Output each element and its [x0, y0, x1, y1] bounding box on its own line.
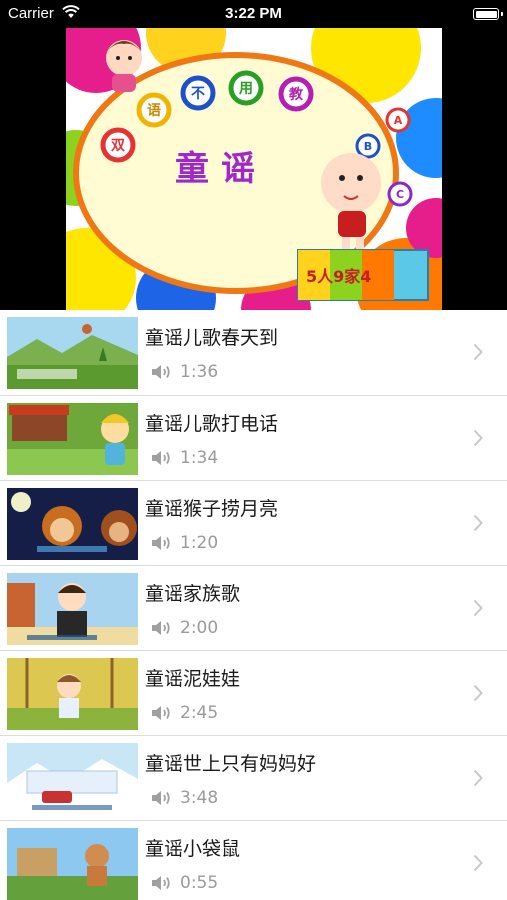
thumbnail — [7, 573, 138, 645]
ball-letter-4: 用 — [239, 81, 253, 97]
thumbnail — [7, 828, 138, 900]
list-item[interactable]: 童谣猴子捞月亮 1:20 — [0, 481, 507, 566]
abc-letter-c: C — [396, 188, 404, 201]
abc-letter-b: B — [364, 140, 372, 153]
speaker-icon — [152, 365, 170, 379]
list-item[interactable]: 童谣世上只有妈妈好 3:48 — [0, 736, 507, 821]
speaker-icon — [152, 451, 170, 465]
banner-title: 童谣 — [175, 149, 267, 189]
list-item[interactable]: 童谣儿歌打电话 1:34 — [0, 396, 507, 481]
status-bar: Carrier 3:22 PM — [0, 0, 507, 28]
song-duration: 1:34 — [180, 448, 219, 468]
thumbnail — [7, 658, 138, 730]
song-duration: 0:55 — [180, 873, 219, 893]
abc-letter-a: A — [394, 114, 403, 127]
chevron-right-icon — [473, 514, 483, 532]
ball-letter-2: 语 — [147, 103, 161, 119]
song-title: 童谣世上只有妈妈好 — [145, 753, 317, 775]
thumbnail — [7, 403, 138, 475]
ball-letter-5: 教 — [289, 86, 304, 103]
song-duration: 1:20 — [180, 533, 219, 553]
chevron-right-icon — [473, 599, 483, 617]
status-time: 3:22 PM — [225, 5, 282, 22]
blocks-text: 5人9家4 — [306, 267, 371, 286]
list-item[interactable]: 童谣小袋鼠 0:55 — [0, 821, 507, 900]
thumbnail — [7, 743, 138, 815]
song-list[interactable]: 童谣儿歌春天到 1:36 童谣儿歌打电话 1:34 童谣猴子捞月亮 1:20 童… — [0, 310, 507, 900]
chevron-right-icon — [473, 429, 483, 447]
thumbnail — [7, 488, 138, 560]
song-title: 童谣儿歌打电话 — [145, 413, 279, 435]
list-item[interactable]: 童谣儿歌春天到 1:36 — [0, 310, 507, 396]
list-item[interactable]: 童谣泥娃娃 2:45 — [0, 651, 507, 736]
song-duration: 2:00 — [180, 618, 219, 638]
banner: 双 语 不 用 教 童谣 A B C 5人9家4 — [0, 28, 507, 310]
song-title: 童谣泥娃娃 — [145, 668, 241, 690]
banner-illustration: 双 语 不 用 教 童谣 A B C 5人9家4 — [66, 28, 442, 310]
song-duration: 1:36 — [180, 362, 219, 382]
ball-letter-1: 双 — [111, 138, 125, 154]
speaker-icon — [152, 791, 170, 805]
song-title: 童谣家族歌 — [145, 583, 241, 605]
chevron-right-icon — [473, 769, 483, 787]
list-item[interactable]: 童谣家族歌 2:00 — [0, 566, 507, 651]
chevron-right-icon — [473, 343, 483, 361]
song-title: 童谣小袋鼠 — [145, 838, 241, 860]
song-duration: 3:48 — [180, 788, 219, 808]
chevron-right-icon — [473, 854, 483, 872]
speaker-icon — [152, 706, 170, 720]
song-title: 童谣猴子捞月亮 — [145, 498, 279, 520]
battery-icon — [473, 8, 503, 20]
ball-letter-3: 不 — [191, 86, 205, 102]
speaker-icon — [152, 621, 170, 635]
speaker-icon — [152, 876, 170, 890]
speaker-icon — [152, 536, 170, 550]
chevron-right-icon — [473, 684, 483, 702]
song-duration: 2:45 — [180, 703, 219, 723]
song-title: 童谣儿歌春天到 — [145, 327, 279, 349]
thumbnail — [7, 317, 138, 389]
